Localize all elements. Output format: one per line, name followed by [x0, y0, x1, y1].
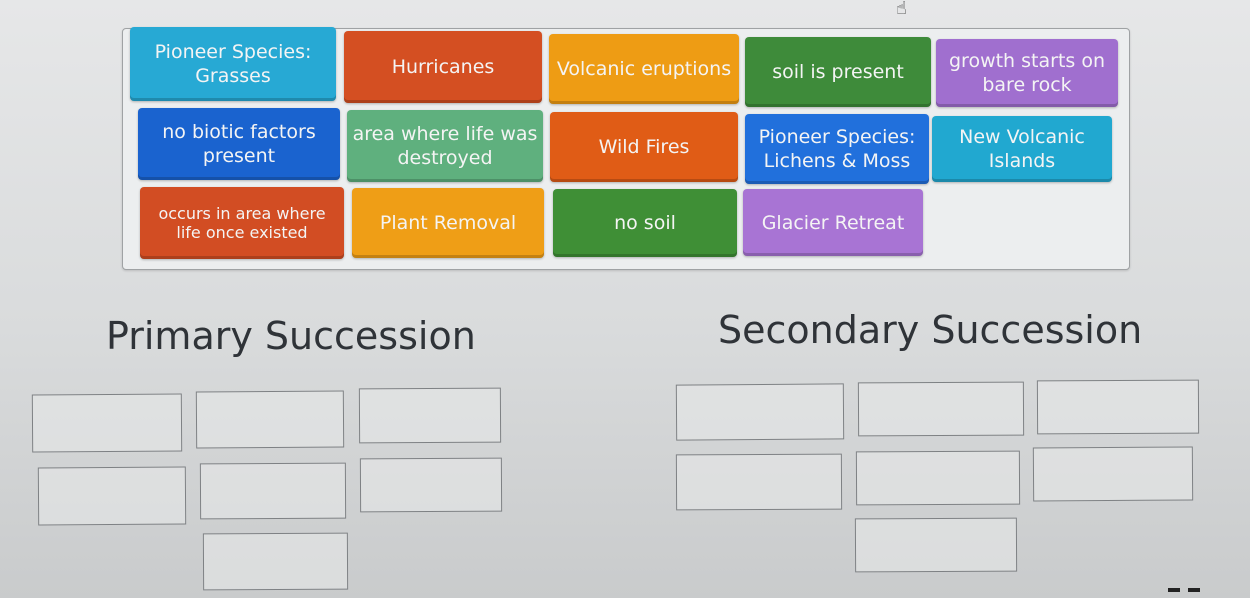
tile-pioneer-grasses[interactable]: Pioneer Species: Grasses: [130, 27, 336, 101]
secondary-drop-slot[interactable]: [1036, 379, 1200, 435]
primary-succession-heading: Primary Succession: [106, 314, 476, 358]
primary-drop-slot[interactable]: [37, 466, 187, 526]
secondary-drop-slot[interactable]: [857, 381, 1025, 437]
tile-soil-present[interactable]: soil is present: [745, 37, 931, 107]
tile-hurricanes[interactable]: Hurricanes: [344, 31, 542, 103]
secondary-drop-slot[interactable]: [675, 453, 843, 511]
tile-new-volcanic-islands[interactable]: New Volcanic Islands: [932, 116, 1112, 182]
secondary-succession-heading: Secondary Succession: [718, 308, 1143, 352]
tile-growth-bare-rock[interactable]: growth starts on bare rock: [936, 39, 1118, 107]
secondary-drop-slot[interactable]: [675, 383, 845, 441]
primary-drop-slot[interactable]: [202, 532, 349, 591]
primary-drop-slot[interactable]: [31, 393, 183, 453]
secondary-drop-slot[interactable]: [1032, 446, 1194, 502]
primary-drop-slot[interactable]: [195, 390, 345, 449]
corner-bracket-icon: [1168, 588, 1202, 598]
primary-drop-slot[interactable]: [358, 387, 502, 444]
primary-drop-slot[interactable]: [359, 457, 503, 513]
tile-no-soil[interactable]: no soil: [553, 189, 737, 257]
secondary-drop-slot[interactable]: [854, 517, 1018, 573]
tile-area-life-destroyed[interactable]: area where life was destroyed: [347, 110, 543, 182]
hand-pointer-icon: ☝: [896, 0, 907, 19]
tile-wild-fires[interactable]: Wild Fires: [550, 112, 738, 182]
tile-plant-removal[interactable]: Plant Removal: [352, 188, 544, 258]
tile-pioneer-lichens-moss[interactable]: Pioneer Species: Lichens & Moss: [745, 114, 929, 184]
primary-drop-slot[interactable]: [199, 462, 347, 520]
tile-no-biotic-factors[interactable]: no biotic factors present: [138, 108, 340, 180]
tile-occurs-life-existed[interactable]: occurs in area where life once existed: [140, 187, 344, 259]
tile-glacier-retreat[interactable]: Glacier Retreat: [743, 189, 923, 256]
tile-volcanic-eruptions[interactable]: Volcanic eruptions: [549, 34, 739, 104]
secondary-drop-slot[interactable]: [855, 450, 1021, 506]
